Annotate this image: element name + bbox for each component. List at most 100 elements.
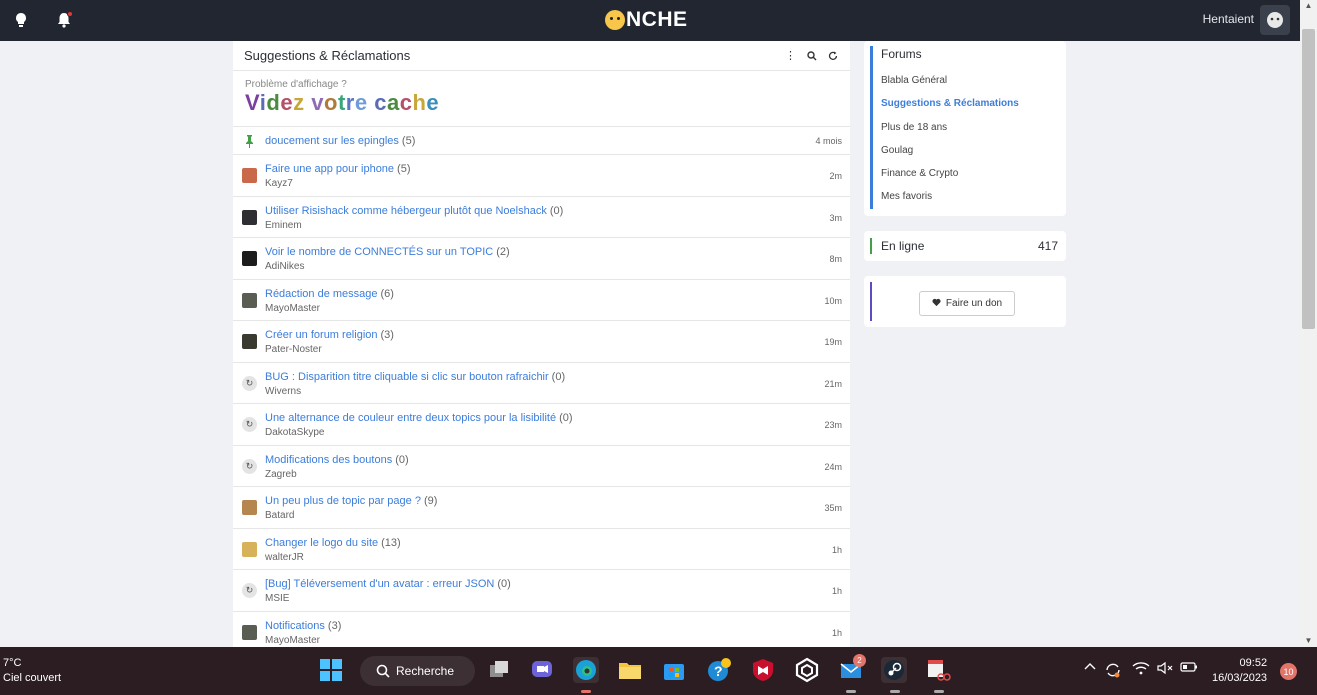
reply-count: (6) [380,287,394,300]
topic-author[interactable]: MayoMaster [265,303,320,314]
start-menu-icon[interactable] [318,657,344,683]
cache-banner: Problème d'affichage ? Videz votre cache [233,71,850,127]
topic-title-link[interactable]: Notifications (3) [265,620,341,632]
topic-row[interactable]: Voir le nombre de CONNECTÉS sur un TOPIC… [233,238,850,280]
chat-app-icon[interactable] [529,657,555,683]
mcafee-icon[interactable] [750,657,776,683]
notification-center-badge[interactable]: 10 [1280,663,1297,680]
pinned-topic-row[interactable]: doucement sur les epingles (5) 4 mois [233,127,850,155]
topic-row[interactable]: Rédaction de message (6) MayoMaster 10m [233,280,850,321]
taskbar-clock[interactable]: 09:52 16/03/2023 [1212,656,1267,686]
forum-link[interactable]: Blabla Général [881,75,1019,98]
topic-title-link[interactable]: Créer un forum religion (3) [265,329,394,341]
volume-muted-icon[interactable] [1156,661,1174,678]
topic-author[interactable]: Batard [265,510,294,521]
cache-letter: a [386,90,400,115]
donate-label: Faire un don [945,298,1003,309]
topic-author[interactable]: MSIE [265,593,289,604]
forum-link[interactable]: Suggestions & Réclamations [881,98,1019,121]
battery-icon[interactable] [1180,661,1198,676]
topic-title[interactable]: Faire une app pour iphone [265,163,394,175]
topic-row[interactable]: ↻ Modifications des boutons (0) Zagreb 24m [233,446,850,487]
forum-link[interactable]: Finance & Crypto [881,168,1019,191]
topic-row[interactable]: ↻ BUG : Disparition titre cliquable si cl… [233,363,850,404]
topic-author[interactable]: Kayz7 [265,178,293,189]
topic-author[interactable]: MayoMaster [265,635,320,646]
topic-title-link[interactable]: Utiliser Risishack comme hébergeur plutô… [265,205,563,217]
topic-author[interactable]: AdiNikes [265,261,304,272]
topic-title-link[interactable]: Une alternance de couleur entre deux top… [265,412,573,424]
topic-title-link[interactable]: Rédaction de message (6) [265,288,394,300]
topic-author[interactable]: Wiverns [265,386,301,397]
help-icon[interactable]: ? [706,657,732,683]
topic-title[interactable]: Utiliser Risishack comme hébergeur plutô… [265,205,547,217]
topic-title[interactable]: doucement sur les epingles [265,135,399,147]
topic-title[interactable]: Créer un forum religion [265,329,378,341]
topic-title-link[interactable]: Modifications des boutons (0) [265,454,409,466]
topic-title-link[interactable]: Voir le nombre de CONNECTÉS sur un TOPIC… [265,246,510,258]
taskbar-search[interactable]: Recherche [360,656,475,686]
forum-link[interactable]: Mes favoris [881,191,1019,214]
topic-time: 3m [829,212,842,223]
topic-title[interactable]: Modifications des boutons [265,454,392,466]
topic-title[interactable]: BUG : Disparition titre cliquable si cli… [265,371,549,383]
topic-title-link[interactable]: Changer le logo du site (13) [265,537,401,549]
forum-link[interactable]: Plus de 18 ans [881,122,1019,145]
topic-title[interactable]: Un peu plus de topic par page ? [265,495,421,507]
topic-author[interactable]: Zagreb [265,469,297,480]
topic-row[interactable]: Changer le logo du site (13) walterJR 1h [233,529,850,570]
site-logo[interactable]: NCHE [605,8,688,32]
topic-title-link[interactable]: BUG : Disparition titre cliquable si cli… [265,371,565,383]
lightbulb-icon[interactable] [11,10,31,30]
topic-row[interactable]: Un peu plus de topic par page ? (9) Batard… [233,487,850,529]
scroll-down-arrow-icon[interactable]: ▼ [1300,635,1317,647]
topic-row[interactable]: ↻ [Bug] Téléversement d'un avatar : erreu… [233,570,850,612]
page-scrollbar[interactable]: ▲ ▼ [1300,0,1317,647]
refresh-icon[interactable] [826,49,839,62]
online-card: En ligne 417 [864,231,1066,261]
scroll-up-arrow-icon[interactable]: ▲ [1300,0,1317,12]
topic-row[interactable]: Créer un forum religion (3) Pater-Noster 19… [233,321,850,363]
donate-button[interactable]: Faire un don [919,291,1015,316]
topic-title-link[interactable]: Un peu plus de topic par page ? (9) [265,495,437,507]
topic-title-link[interactable]: doucement sur les epingles (5) [265,135,415,147]
file-explorer-icon[interactable] [617,657,643,683]
topic-row[interactable]: Notifications (3) MayoMaster 1h [233,612,850,648]
bell-icon[interactable] [54,10,74,30]
topic-author[interactable]: DakotaSkype [265,427,324,438]
forum-link[interactable]: Goulag [881,145,1019,168]
store-icon[interactable] [661,657,687,683]
topic-title[interactable]: Rédaction de message [265,288,378,300]
search-icon[interactable] [805,49,818,62]
topic-title[interactable]: Changer le logo du site [265,537,378,549]
open-app-indicator [890,690,900,693]
scroll-thumb[interactable] [1302,29,1315,329]
topic-time: 4 mois [815,136,842,146]
username[interactable]: Hentaient [1203,12,1254,26]
topic-title[interactable]: Notifications [265,620,325,632]
topic-row[interactable]: Utiliser Risishack comme hébergeur plutô… [233,197,850,238]
topic-title-link[interactable]: Faire une app pour iphone (5) [265,163,411,175]
topic-title[interactable]: [Bug] Téléversement d'un avatar : erreur… [265,578,494,590]
steam-icon[interactable] [881,657,907,683]
weather-widget[interactable]: 7°C Ciel couvert [3,656,61,686]
topic-row[interactable]: Faire une app pour iphone (5) Kayz7 2m [233,155,850,197]
edge-browser-icon[interactable] [573,657,599,683]
topic-title[interactable]: Voir le nombre de CONNECTÉS sur un TOPIC [265,246,493,258]
topic-author[interactable]: Eminem [265,220,302,231]
tray-chevron-up-icon[interactable] [1084,661,1096,676]
default-avatar-refresh-icon: ↻ [242,375,257,391]
topic-title[interactable]: Une alternance de couleur entre deux top… [265,412,556,424]
more-options-icon[interactable]: ⋮ [784,49,797,62]
snipping-tool-icon[interactable] [925,657,951,683]
topic-author[interactable]: walterJR [265,552,304,563]
app-hexagon-icon[interactable] [794,657,820,683]
clock-date: 16/03/2023 [1212,672,1268,684]
wifi-icon[interactable] [1132,661,1150,678]
sync-icon[interactable] [1104,661,1122,682]
user-avatar[interactable] [1260,5,1290,35]
topic-row[interactable]: ↻ Une alternance de couleur entre deux to… [233,404,850,446]
task-view-icon[interactable] [486,657,512,683]
topic-author[interactable]: Pater-Noster [265,344,322,355]
topic-title-link[interactable]: [Bug] Téléversement d'un avatar : erreur… [265,578,511,590]
